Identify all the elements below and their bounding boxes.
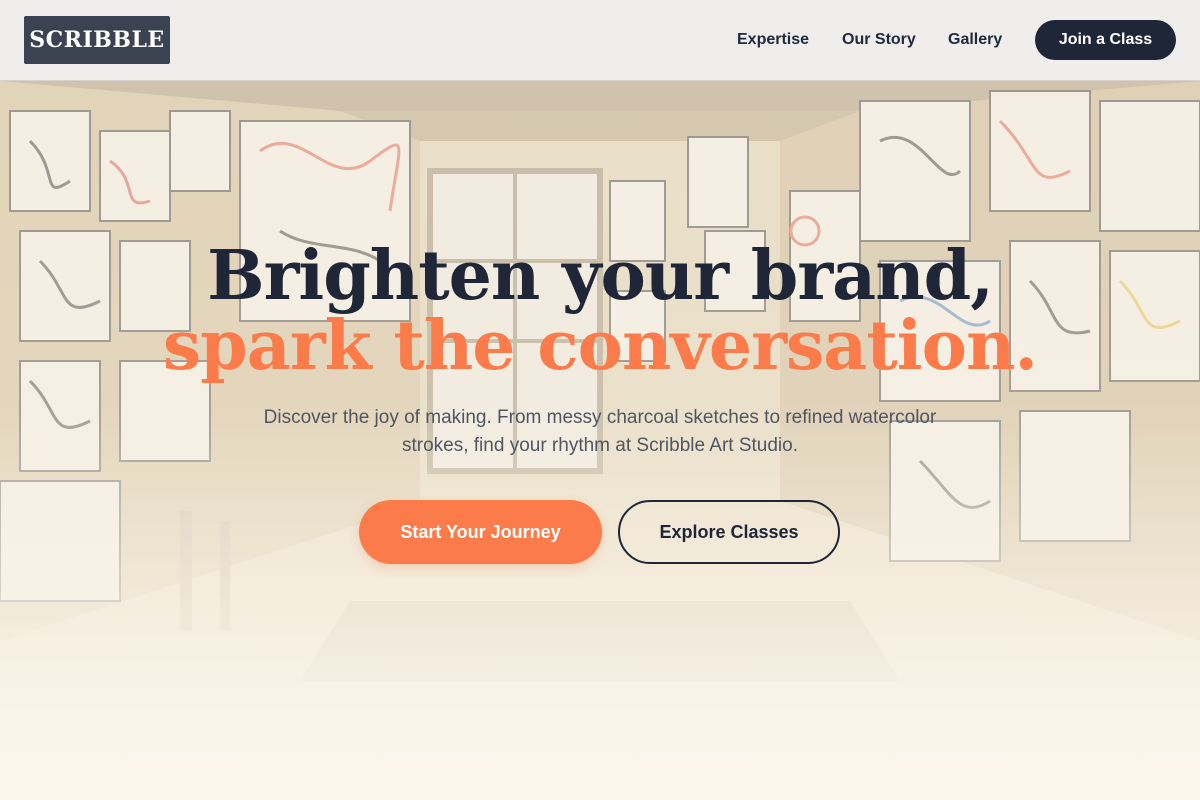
- join-class-button[interactable]: Join a Class: [1035, 20, 1176, 60]
- start-journey-button[interactable]: Start Your Journey: [359, 500, 602, 564]
- nav-link-our-story[interactable]: Our Story: [842, 29, 916, 51]
- nav-link-expertise[interactable]: Expertise: [737, 29, 809, 51]
- explore-classes-button[interactable]: Explore Classes: [618, 500, 840, 564]
- logo-text: SCRIBBLE: [29, 27, 165, 53]
- logo[interactable]: SCRIBBLE: [24, 16, 170, 64]
- hero-headline-line2: spark the conversation.: [162, 306, 1038, 386]
- site-header: SCRIBBLE Expertise Our Story Gallery Joi…: [0, 0, 1200, 81]
- nav-link-gallery[interactable]: Gallery: [948, 29, 1002, 51]
- hero-subtext: Discover the joy of making. From messy c…: [263, 407, 937, 456]
- hero-headline-line1: Brighten your brand,: [207, 236, 994, 316]
